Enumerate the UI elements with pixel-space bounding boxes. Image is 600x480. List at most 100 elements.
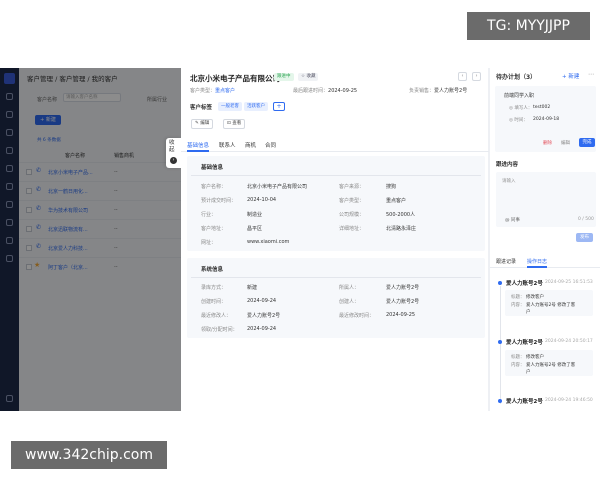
log-entry: 标题： 修改客户 内容： 爱人力账号2号 修改了客 户 [505,290,593,316]
view-customer-button[interactable]: ⊡ 查看 [223,119,246,129]
field-label: 创建人： [339,299,360,305]
field-label: 创建时间： [201,299,227,305]
mention-colleague-button[interactable]: @ 同事 [505,217,520,223]
field-label: 详细地址： [339,226,365,232]
todo-title: 前端同学入职 [504,93,535,99]
field-label: 录库方式： [201,285,227,291]
log-author: 爱人力账号2号 [506,281,543,287]
log-author: 爱人力账号2号 [506,340,543,346]
system-info-card: 系统信息 录库方式： 新建 所属人： 爱人力账号2号 创建时间： 2024-09… [187,258,485,338]
log-content-value-cont: 户 [526,370,531,375]
log-author: 爱人力账号2号 [506,399,543,405]
field-value: 2024-09-25 [386,312,416,318]
field-value: 2024-10-04 [247,197,277,203]
last-follow-meta: 最后跟进时间：2024-09-25 [293,87,357,94]
field-value: 2024-09-24 [247,326,277,332]
status-badge: 跟进中 [274,73,294,81]
field-label: 客户类型： [339,198,365,204]
customer-type-meta: 客户类型：重点客户 [190,87,235,94]
tab-opportunities[interactable]: 商机 [245,141,256,149]
log-entry: 标题： 修改客户 内容： 爱人力账号2号 修改了客 户 [505,350,593,376]
timeline-line [500,286,501,404]
customer-type-value: 重点客户 [215,88,236,94]
log-time: 2024-09-25 16:51:53 [545,280,593,285]
timeline-dot [498,340,502,344]
tab-follow-records[interactable]: 跟进记录 [496,258,516,265]
basic-info-card: 基础信息 客户名称： 北京小米电子产品有限公司 客户来源： 搜狗 预计成交时间：… [187,156,485,251]
watermark-bottom: www.342chip.com [11,441,167,469]
field-label: 公司规模： [339,212,365,218]
customer-type-label: 客户类型： [190,88,216,94]
log-content-value: 爱人力账号2号 修改了客 [526,303,576,308]
follow-content-heading: 跟进内容 [496,162,519,168]
char-counter: 0 / 500 [578,217,594,222]
log-title-label: 标题： [511,355,525,360]
customer-title: 北京小米电子产品有限公司 [190,74,280,83]
tab-operation-log[interactable]: 操作日志 [527,258,547,265]
field-value: 搜狗 [386,184,397,190]
field-value: 500-2000人 [386,212,416,218]
field-value: www.xiaomi.com [247,239,290,245]
log-content-label: 内容： [511,363,525,368]
owner-meta: 负责销售：爱人力账号2号 [409,87,467,94]
view-label: 查看 [232,121,242,126]
divider [191,175,481,176]
tab-contracts[interactable]: 合同 [265,141,276,149]
edit-customer-button[interactable]: ✎ 编辑 [191,119,214,129]
add-tag-button[interactable]: + [273,102,285,111]
field-value: 昌平区 [247,226,263,232]
field-label: 客户名称： [201,184,227,190]
modal-overlay[interactable] [0,68,181,411]
field-value: 爱人力账号2号 [386,299,420,305]
page: TG: MYYJJPP 客户管理 / 客户管理 / 我的客户 客户名称 请输入客… [0,0,600,480]
todo-author-label: ◎ 填写人： [509,106,533,111]
owner-value: 爱人力账号2号 [434,88,468,94]
more-icon[interactable]: ⋯ [588,71,594,78]
customer-tag: 一般老客 [218,102,242,111]
edit-label: 编辑 [200,121,210,126]
delete-todo-button[interactable]: 删除 [543,140,552,146]
publish-button[interactable]: 发布 [576,233,593,242]
field-label: 预计成交时间： [201,198,237,204]
active-tab-indicator [187,150,209,152]
field-label: 最近修改时间： [339,313,375,319]
field-value: 北京小米电子产品有限公司 [247,184,308,190]
field-label: 网址： [201,240,217,246]
detail-tabs: 基础信息 联系人 商机 合同 [181,138,489,152]
divider [191,277,481,278]
timeline-dot [498,399,502,403]
field-value: 新建 [247,285,258,291]
customer-tags-label: 客户标签 [190,105,213,111]
field-value: 北清路永泽庄 [386,226,417,232]
customer-tag: 活跃客户 [244,102,268,111]
next-record-button[interactable]: › [472,72,481,81]
todo-time-value: 2024-09-18 [533,117,560,122]
activity-panel: 待办计划（3） + 新建 ⋯ 前端同学入职 ◎ 填写人： test002 ◎ 时… [489,68,600,411]
collapse-label: 收起 [169,140,175,153]
system-info-heading: 系统信息 [201,267,224,273]
owner-label: 负责销售： [409,88,435,94]
log-title-value: 修改客户 [526,295,544,300]
field-value: 爱人力账号2号 [386,285,420,291]
tab-contacts[interactable]: 联系人 [219,141,236,149]
watermark-top: TG: MYYJJPP [467,12,590,40]
edit-todo-button[interactable]: 编辑 [561,140,570,146]
collapse-drawer-tab[interactable]: 收起 › [166,138,181,168]
customer-detail-drawer: 北京小米电子产品有限公司 跟进中 ☆ 收藏 ‹ › 客户类型：重点客户 最后跟进… [181,68,489,411]
new-todo-button[interactable]: + 新建 [562,72,579,80]
field-label: 客户来源： [339,184,365,190]
todo-author-value: test002 [533,105,551,110]
follow-content-textarea[interactable]: 请输入 @ 同事 0 / 500 [496,172,596,227]
last-follow-label: 最后跟进时间： [293,88,329,94]
todo-card: 前端同学入职 ◎ 填写人： test002 ◎ 时间： 2024-09-18 删… [495,86,596,152]
complete-todo-button[interactable]: 完成 [579,138,595,147]
field-label: 所属人： [339,285,360,291]
favorite-button[interactable]: ☆ 收藏 [298,73,319,81]
active-tab-indicator [527,266,547,268]
app-screenshot: 客户管理 / 客户管理 / 我的客户 客户名称 请输入客户名称 所属行业 + 新… [0,68,600,411]
field-label: 领取/分配时间： [201,327,238,333]
field-label: 最近修改人： [201,313,232,319]
prev-record-button[interactable]: ‹ [458,72,467,81]
tab-basic-info[interactable]: 基础信息 [187,141,209,149]
log-content-value: 爱人力账号2号 修改了客 [526,363,576,368]
